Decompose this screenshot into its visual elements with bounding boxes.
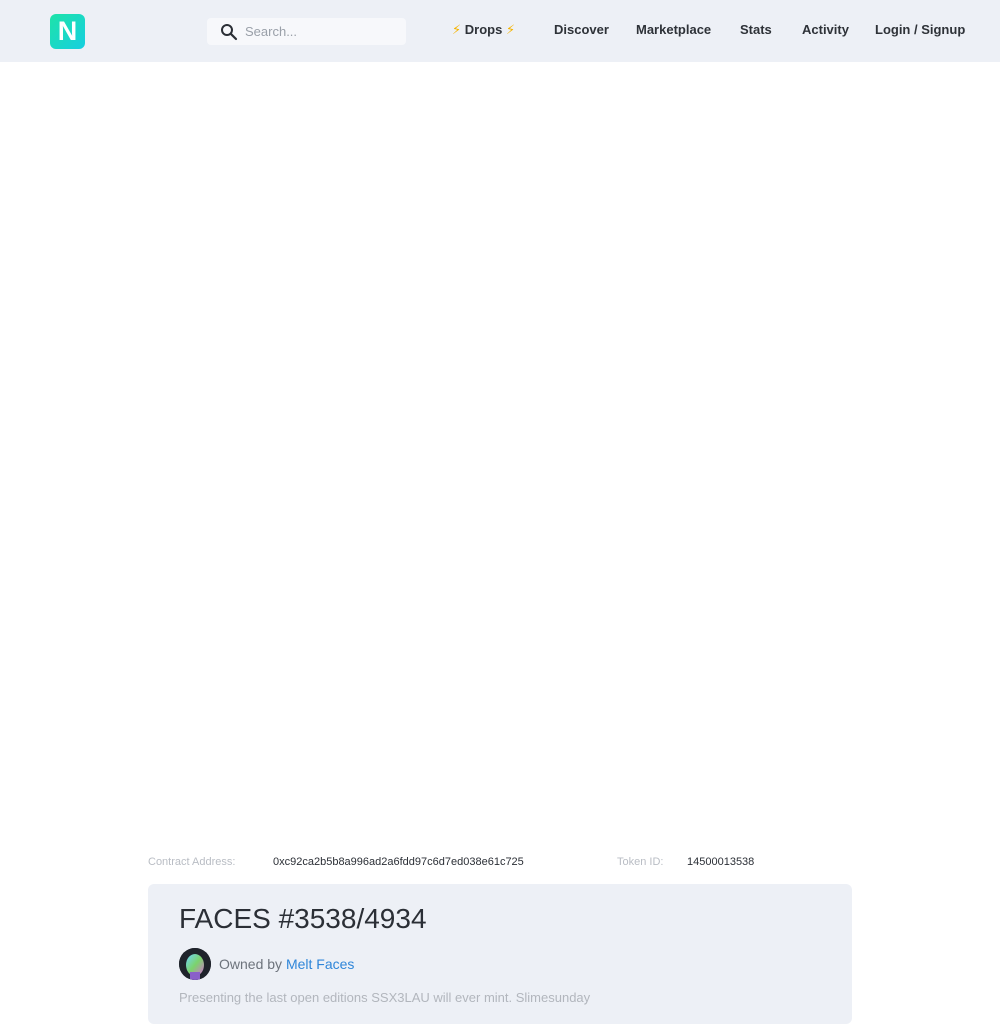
lightning-icon: ⚡ xyxy=(505,22,516,37)
nav-drops[interactable]: ⚡ Drops ⚡ xyxy=(452,22,515,40)
logo-letter: N xyxy=(57,16,78,46)
search-box[interactable] xyxy=(207,18,406,45)
search-icon xyxy=(220,23,238,41)
nav-drops-label: Drops xyxy=(464,22,503,37)
token-description: Presenting the last open editions SSX3LA… xyxy=(179,990,591,1005)
token-details-card: FACES #3538/4934 Owned by Melt Faces Pre… xyxy=(148,884,852,1024)
nav-stats[interactable]: Stats xyxy=(740,22,772,40)
token-id-value: 14500013538 xyxy=(687,856,755,868)
token-title: FACES #3538/4934 xyxy=(179,903,427,934)
contract-address-value: 0xc92ca2b5b8a996ad2a6fdd97c6d7ed038e61c7… xyxy=(273,856,524,868)
owned-by-prefix: Owned by xyxy=(219,956,283,972)
search-input[interactable] xyxy=(245,24,395,39)
contract-address-label: Contract Address: xyxy=(148,856,236,868)
owner-link[interactable]: Melt Faces xyxy=(286,956,354,972)
nav-discover[interactable]: Discover xyxy=(554,22,609,40)
top-navigation-bar: N ⚡ Drops ⚡ Discover Marketplace Stats A… xyxy=(0,0,1000,62)
nav-activity[interactable]: Activity xyxy=(802,22,849,40)
owner-avatar[interactable] xyxy=(179,948,211,980)
site-logo[interactable]: N xyxy=(50,14,85,49)
owned-by-line: Owned by Melt Faces xyxy=(219,956,354,972)
nav-marketplace[interactable]: Marketplace xyxy=(636,22,711,40)
lightning-icon: ⚡ xyxy=(452,22,462,37)
nav-login-signup[interactable]: Login / Signup xyxy=(875,22,965,40)
token-id-label: Token ID: xyxy=(617,856,664,868)
